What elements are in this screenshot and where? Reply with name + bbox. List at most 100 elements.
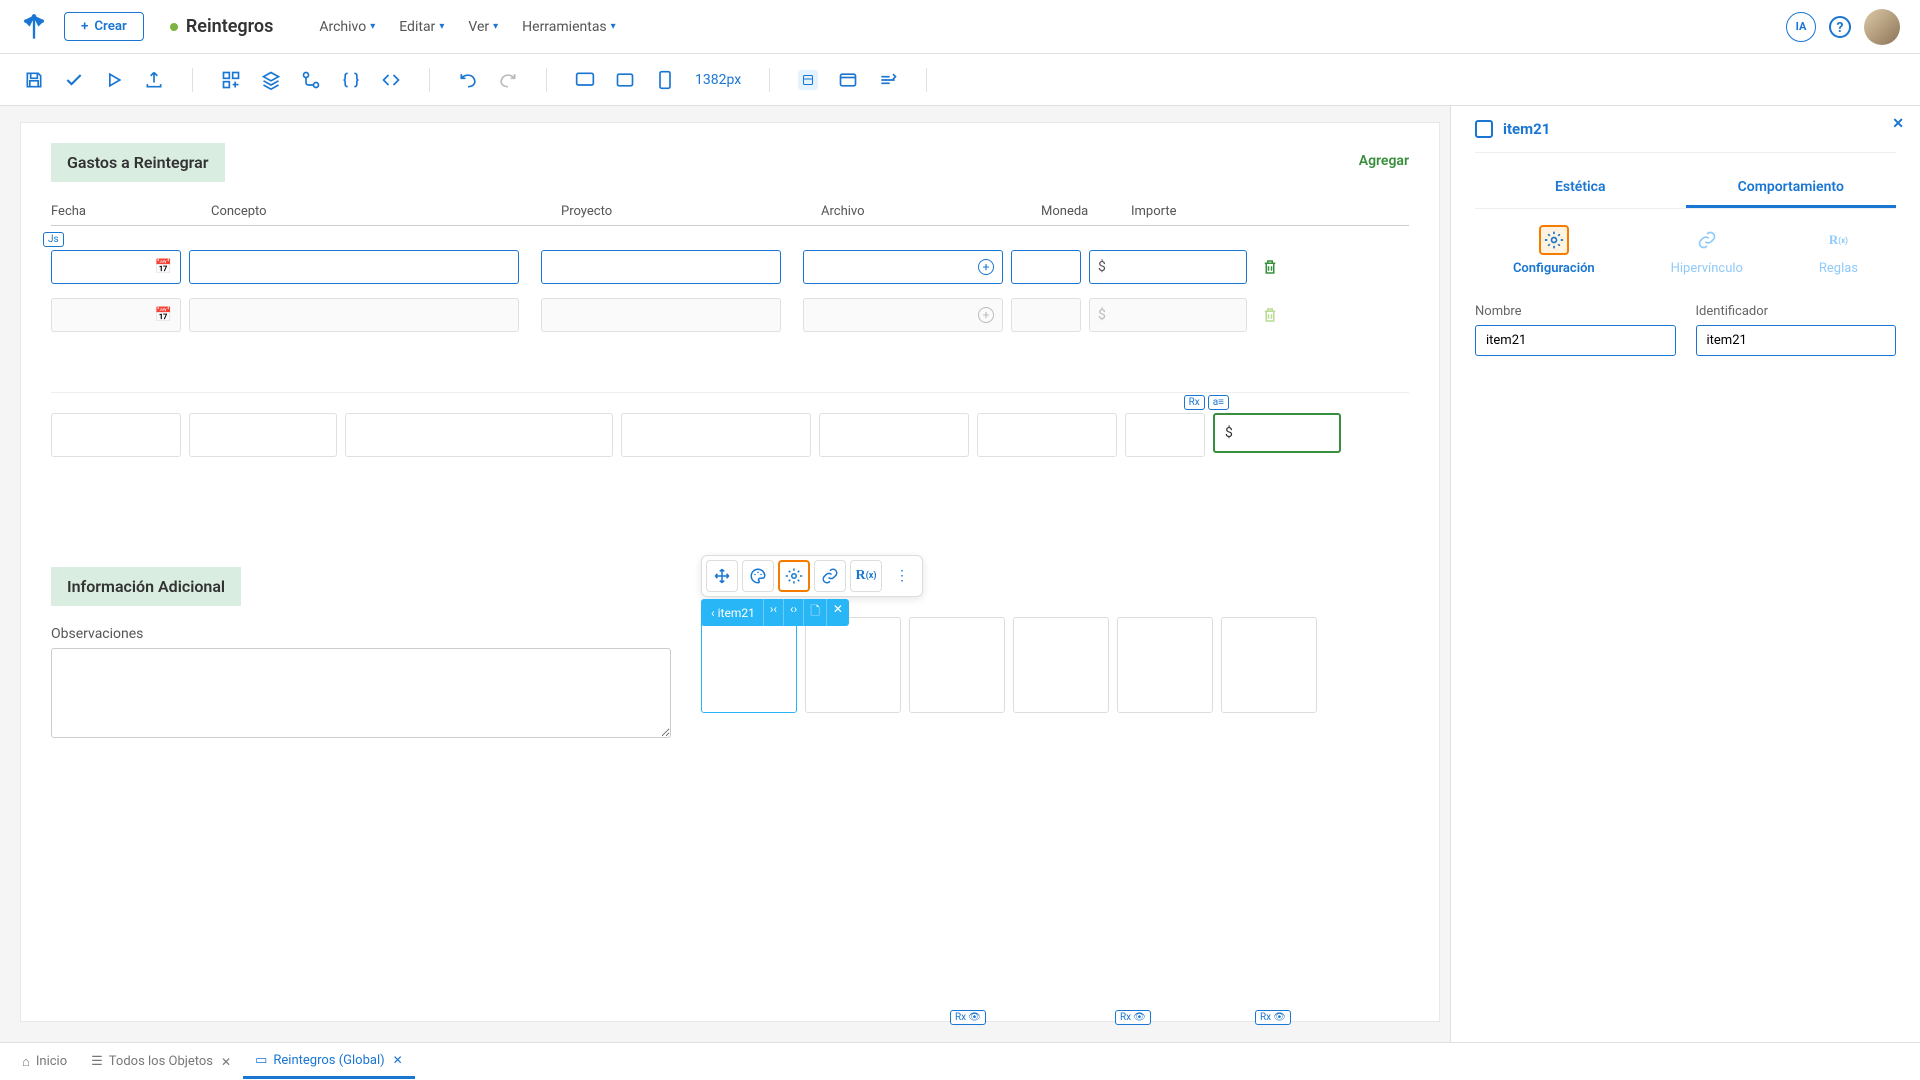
viewport-size[interactable]: 1382px <box>695 72 741 88</box>
export-icon[interactable] <box>144 70 164 90</box>
tab-todos-objetos[interactable]: ☰ Todos los Objetos ✕ <box>79 1046 243 1077</box>
total-row-wrapper: Rx a≡ $ <box>51 392 1409 457</box>
window-icon[interactable] <box>838 70 858 90</box>
section-title-gastos: Gastos a Reintegrar <box>51 143 225 182</box>
grid-cell[interactable] <box>1221 617 1317 713</box>
floating-toolbar: R(x) ⋮ <box>701 555 923 597</box>
menu-herramientas[interactable]: Herramientas▾ <box>522 19 616 35</box>
tab-estetica[interactable]: Estética <box>1475 169 1686 208</box>
importe-input[interactable]: $ <box>1089 250 1247 284</box>
subtab-config[interactable]: Configuración <box>1513 225 1595 276</box>
grid-cell[interactable] <box>1013 617 1109 713</box>
total-badges: Rx a≡ <box>1184 395 1229 410</box>
separator <box>926 68 927 92</box>
add-link[interactable]: Agregar <box>1359 153 1409 169</box>
gear-icon <box>1539 225 1569 255</box>
layers-icon[interactable] <box>261 70 281 90</box>
flow-icon[interactable] <box>301 70 321 90</box>
id-label: Identificador <box>1696 304 1897 319</box>
grid-cell[interactable] <box>1117 617 1213 713</box>
tablet-icon[interactable] <box>615 70 635 90</box>
page-title: Reintegros <box>170 16 274 37</box>
panel-close-icon[interactable]: ✕ <box>1892 116 1904 132</box>
tab-comportamiento[interactable]: Comportamiento <box>1686 169 1897 208</box>
canvas-area[interactable]: Gastos a Reintegrar Agregar Fecha Concep… <box>0 106 1450 1042</box>
close-icon[interactable]: ✕ <box>393 1053 403 1067</box>
braces-icon[interactable] <box>341 70 361 90</box>
breadcrumb-copy-icon[interactable]: 🗋 <box>803 599 826 626</box>
archivo-input[interactable]: + <box>803 250 1003 284</box>
nombre-input[interactable] <box>1475 325 1676 356</box>
panel-split-icon[interactable] <box>798 70 818 90</box>
check-icon[interactable] <box>64 70 84 90</box>
more-icon[interactable]: ⋮ <box>886 560 918 592</box>
selection-breadcrumb: ‹item21 ›‹ ‹› 🗋 ✕ <box>701 599 849 626</box>
close-icon[interactable]: ✕ <box>221 1055 231 1069</box>
id-input[interactable] <box>1696 325 1897 356</box>
subtab-link[interactable]: Hipervínculo <box>1671 225 1743 276</box>
toolbar: 1382px <box>0 54 1920 106</box>
desktop-icon[interactable] <box>575 70 595 90</box>
align-icon[interactable] <box>878 70 898 90</box>
moneda-input[interactable] <box>1011 250 1081 284</box>
rx-eye-badge[interactable]: Rx 👁 <box>1255 1010 1291 1025</box>
chevron-down-icon: ▾ <box>611 21 616 32</box>
help-icon[interactable]: ? <box>1828 15 1852 39</box>
add-file-icon: + <box>978 307 994 323</box>
breadcrumb-code-icon[interactable]: ‹› <box>783 599 803 626</box>
header-right: IA ? <box>1786 9 1900 45</box>
currency-symbol: $ <box>1098 307 1106 323</box>
subtab-rules[interactable]: R(x) Reglas <box>1819 225 1858 276</box>
menu-ver[interactable]: Ver▾ <box>468 19 498 35</box>
tab-inicio[interactable]: ⌂ Inicio <box>10 1046 79 1078</box>
calendar-icon[interactable]: 📅 <box>155 259 172 275</box>
total-cell <box>621 413 811 457</box>
palette-icon[interactable] <box>742 560 774 592</box>
grid-add-icon[interactable] <box>221 70 241 90</box>
total-cell <box>345 413 613 457</box>
ia-badge[interactable]: IA <box>1786 12 1816 42</box>
chevron-down-icon: ▾ <box>493 21 498 32</box>
grid-cell[interactable] <box>909 617 1005 713</box>
main-area: Gastos a Reintegrar Agregar Fecha Concep… <box>0 106 1920 1042</box>
menu-bar: Archivo▾ Editar▾ Ver▾ Herramientas▾ <box>319 19 615 35</box>
breadcrumb-item[interactable]: ‹item21 <box>701 599 763 626</box>
code-icon[interactable] <box>381 70 401 90</box>
breadcrumb-close-icon[interactable]: ✕ <box>826 599 849 626</box>
concepto-input[interactable] <box>189 250 519 284</box>
user-avatar[interactable] <box>1864 9 1900 45</box>
info-section: Información Adicional Observaciones R(x)… <box>51 567 1409 742</box>
menu-editar[interactable]: Editar▾ <box>399 19 444 35</box>
fecha-input[interactable]: 📅 <box>51 250 181 284</box>
rx-icon[interactable]: R(x) <box>850 560 882 592</box>
grid-cell-item21[interactable] <box>701 617 797 713</box>
undo-icon[interactable] <box>458 70 478 90</box>
rx-eye-badge[interactable]: Rx 👁 <box>950 1010 986 1025</box>
col-fecha: Fecha <box>51 204 211 219</box>
rx-eye-badge[interactable]: Rx 👁 <box>1115 1010 1151 1025</box>
menu-archivo[interactable]: Archivo▾ <box>319 19 375 35</box>
play-icon[interactable] <box>104 70 124 90</box>
save-icon[interactable] <box>24 70 44 90</box>
proyecto-input[interactable] <box>541 250 781 284</box>
breadcrumb-expand-icon[interactable]: ›‹ <box>763 599 783 626</box>
link-icon[interactable] <box>814 560 846 592</box>
move-icon[interactable] <box>706 560 738 592</box>
canvas-content[interactable]: Gastos a Reintegrar Agregar Fecha Concep… <box>20 122 1440 1022</box>
add-file-icon[interactable]: + <box>978 259 994 275</box>
js-badge: Js <box>43 232 64 247</box>
create-button[interactable]: + Crear <box>64 12 144 41</box>
tab-reintegros[interactable]: ▭ Reintegros (Global) ✕ <box>243 1045 415 1079</box>
total-cell <box>189 413 337 457</box>
delete-row-icon[interactable] <box>1261 258 1279 276</box>
grid-cell[interactable] <box>805 617 901 713</box>
obs-textarea[interactable] <box>51 648 671 738</box>
table-row[interactable]: Js 📅 + $ <box>51 250 1409 284</box>
gear-icon[interactable] <box>778 560 810 592</box>
item-grid[interactable]: R(x) ⋮ ‹item21 ›‹ ‹› 🗋 ✕ <box>701 617 1409 742</box>
moneda-input-ghost <box>1011 298 1081 332</box>
total-amount[interactable]: $ <box>1213 413 1341 453</box>
mobile-icon[interactable] <box>655 70 675 90</box>
ax-badge: a≡ <box>1208 395 1229 410</box>
panel-tabs: Estética Comportamiento <box>1475 169 1896 209</box>
